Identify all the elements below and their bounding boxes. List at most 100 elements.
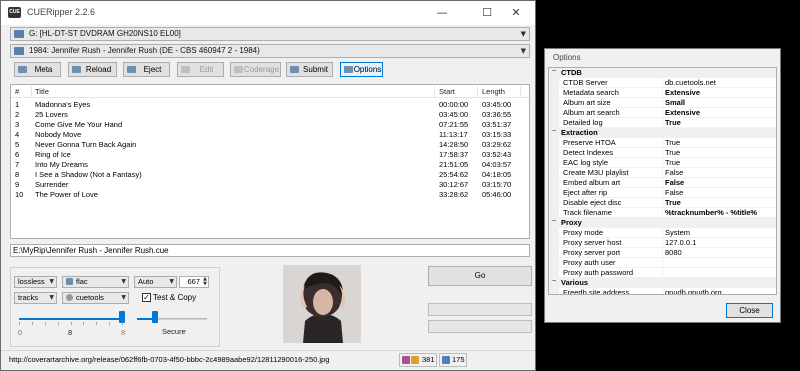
encoder-select[interactable]: cuetools ▼ xyxy=(62,292,129,304)
resolution-select[interactable]: Auto ▼ xyxy=(134,276,177,288)
title-bar[interactable]: CUE CUERipper 2.2.6 — ☐ ✕ xyxy=(1,1,535,25)
option-value[interactable]: False xyxy=(665,188,683,197)
option-value[interactable]: %tracknumber% - %title% xyxy=(665,208,757,217)
go-button[interactable]: Go xyxy=(428,266,532,286)
offset-spinner-icon[interactable]: ▲ ▼ xyxy=(202,277,208,287)
table-row[interactable]: 3 Come Give Me Your Hand 07:21:55 03:51:37 xyxy=(11,120,529,130)
slider-tick xyxy=(83,322,85,325)
options-category-label: Extraction xyxy=(561,128,598,137)
secure-mode-slider-thumb[interactable] xyxy=(151,311,158,323)
option-key: Detailed log xyxy=(563,118,603,127)
option-value[interactable]: True xyxy=(665,148,680,157)
table-row[interactable]: 10 The Power of Love 33:28:62 05:46:00 xyxy=(11,190,529,200)
options-row[interactable]: Eject after rip False xyxy=(549,188,776,198)
eject-button[interactable]: Eject xyxy=(123,62,170,77)
option-value[interactable]: 8080 xyxy=(665,248,682,257)
column-header-start[interactable]: Start xyxy=(439,87,455,96)
options-category[interactable]: − Various xyxy=(549,278,776,288)
coderage-icon xyxy=(234,66,243,73)
options-category[interactable]: − CTDB xyxy=(549,68,776,78)
reload-button[interactable]: Reload xyxy=(68,62,117,77)
collapse-icon[interactable]: − xyxy=(552,278,556,285)
column-header-num[interactable]: # xyxy=(15,87,19,96)
option-value[interactable]: True xyxy=(665,138,680,147)
close-window-button[interactable]: ✕ xyxy=(496,3,535,23)
test-copy-checkbox[interactable]: ✓ xyxy=(142,293,151,302)
split-select[interactable]: tracks ▼ xyxy=(14,292,57,304)
option-value[interactable]: db.cuetools.net xyxy=(665,78,716,87)
track-list[interactable]: # Title Start Length 1 Madonna's Eyes 00:0… xyxy=(10,84,530,239)
collapse-icon[interactable]: − xyxy=(552,68,556,75)
options-row[interactable]: Proxy mode System xyxy=(549,228,776,238)
option-value[interactable]: False xyxy=(665,168,683,177)
option-value[interactable]: True xyxy=(665,118,681,127)
collapse-icon[interactable]: − xyxy=(552,218,556,225)
option-value[interactable]: Extensive xyxy=(665,88,700,97)
options-row[interactable]: Proxy server host 127.0.0.1 xyxy=(549,238,776,248)
table-row[interactable]: 6 Ring of Ice 17:58:37 03:52:43 xyxy=(11,150,529,160)
submit-button[interactable]: Submit xyxy=(286,62,333,77)
options-button[interactable]: Options xyxy=(340,62,383,77)
table-row[interactable]: 7 Into My Dreams 21:51:05 04:03:57 xyxy=(11,160,529,170)
column-header-length[interactable]: Length xyxy=(482,87,505,96)
options-row[interactable]: Proxy server port 8080 xyxy=(549,248,776,258)
slider-tick xyxy=(19,322,20,325)
format-select[interactable]: flac ▼ xyxy=(62,276,129,288)
track-num: 2 xyxy=(15,110,20,119)
track-length: 03:51:37 xyxy=(482,120,512,129)
option-value[interactable]: True xyxy=(665,158,680,167)
column-header-title[interactable]: Title xyxy=(35,87,49,96)
options-row[interactable]: Album art size Small xyxy=(549,98,776,108)
table-row[interactable]: 5 Never Gonna Turn Back Again 14:28:50 03:2… xyxy=(11,140,529,150)
option-value[interactable]: False xyxy=(665,178,684,187)
options-row[interactable]: Embed album art False xyxy=(549,178,776,188)
options-row[interactable]: Freedb site address gnudb.gnudb.org xyxy=(549,288,776,294)
minimize-button[interactable]: — xyxy=(422,3,462,23)
options-row[interactable]: Disable eject disc True xyxy=(549,198,776,208)
option-value[interactable]: System xyxy=(665,228,690,237)
options-row[interactable]: Preserve HTOA True xyxy=(549,138,776,148)
close-button[interactable]: Close xyxy=(726,303,773,318)
options-row[interactable]: Track filename %tracknumber% - %title% xyxy=(549,208,776,218)
table-row[interactable]: 4 Nobody Move 11:13:17 03:15:33 xyxy=(11,130,529,140)
option-value[interactable]: gnudb.gnudb.org xyxy=(665,288,722,294)
table-row[interactable]: 1 Madonna's Eyes 00:00:00 03:45:00 xyxy=(11,100,529,110)
option-value[interactable]: Extensive xyxy=(665,108,700,117)
options-row[interactable]: Create M3U playlist False xyxy=(549,168,776,178)
drive-select[interactable]: G: [HL-DT-ST DVDRAM GH20NS10 EL00] ▼ xyxy=(10,27,530,41)
collapse-icon[interactable]: − xyxy=(552,128,556,135)
chevron-down-icon: ▼ xyxy=(520,47,526,55)
release-select[interactable]: 1984: Jennifer Rush - Jennifer Rush (DE … xyxy=(10,44,530,58)
options-row[interactable]: Metadata search Extensive xyxy=(549,88,776,98)
checkmark-icon: ✓ xyxy=(143,293,150,302)
track-num: 8 xyxy=(15,170,20,179)
mode-select[interactable]: lossless ▼ xyxy=(14,276,57,288)
progress-bar-1 xyxy=(428,303,532,316)
album-art xyxy=(283,265,361,343)
table-row[interactable]: 8 I See a Shadow (Not a Fantasy) 25:54:62 0… xyxy=(11,170,529,180)
options-row[interactable]: Proxy auth password xyxy=(549,268,776,278)
track-start: 11:13:17 xyxy=(439,130,468,139)
meta-button[interactable]: Meta xyxy=(14,62,61,77)
options-row[interactable]: Album art search Extensive xyxy=(549,108,776,118)
table-row[interactable]: 9 Surrender 30:12:67 03:15:70 xyxy=(11,180,529,190)
option-value[interactable]: 127.0.0.1 xyxy=(665,238,696,247)
options-row[interactable]: CTDB Server db.cuetools.net xyxy=(549,78,776,88)
options-category[interactable]: − Proxy xyxy=(549,218,776,228)
options-row[interactable]: Detect Indexes True xyxy=(549,148,776,158)
option-value[interactable]: True xyxy=(665,198,681,207)
table-row[interactable]: 2 25 Lovers 03:45:00 03:36:55 xyxy=(11,110,529,120)
track-num: 9 xyxy=(15,180,20,189)
output-path-field[interactable]: E:\MyRip\Jennifer Rush - Jennifer Rush.c… xyxy=(10,244,530,257)
track-length: 03:29:62 xyxy=(482,140,512,149)
options-row[interactable]: Detailed log True xyxy=(549,118,776,128)
options-category[interactable]: − Extraction xyxy=(549,128,776,138)
option-key: Album art size xyxy=(563,98,611,107)
track-num: 10 xyxy=(15,190,24,199)
option-value[interactable]: Small xyxy=(665,98,685,107)
edit-button[interactable]: Edit xyxy=(177,62,224,77)
coderage-button[interactable]: Coderage xyxy=(230,62,281,77)
options-property-grid[interactable]: − CTDB CTDB Server db.cuetools.net Metadata … xyxy=(548,67,777,295)
options-row[interactable]: Proxy auth user xyxy=(549,258,776,268)
options-row[interactable]: EAC log style True xyxy=(549,158,776,168)
